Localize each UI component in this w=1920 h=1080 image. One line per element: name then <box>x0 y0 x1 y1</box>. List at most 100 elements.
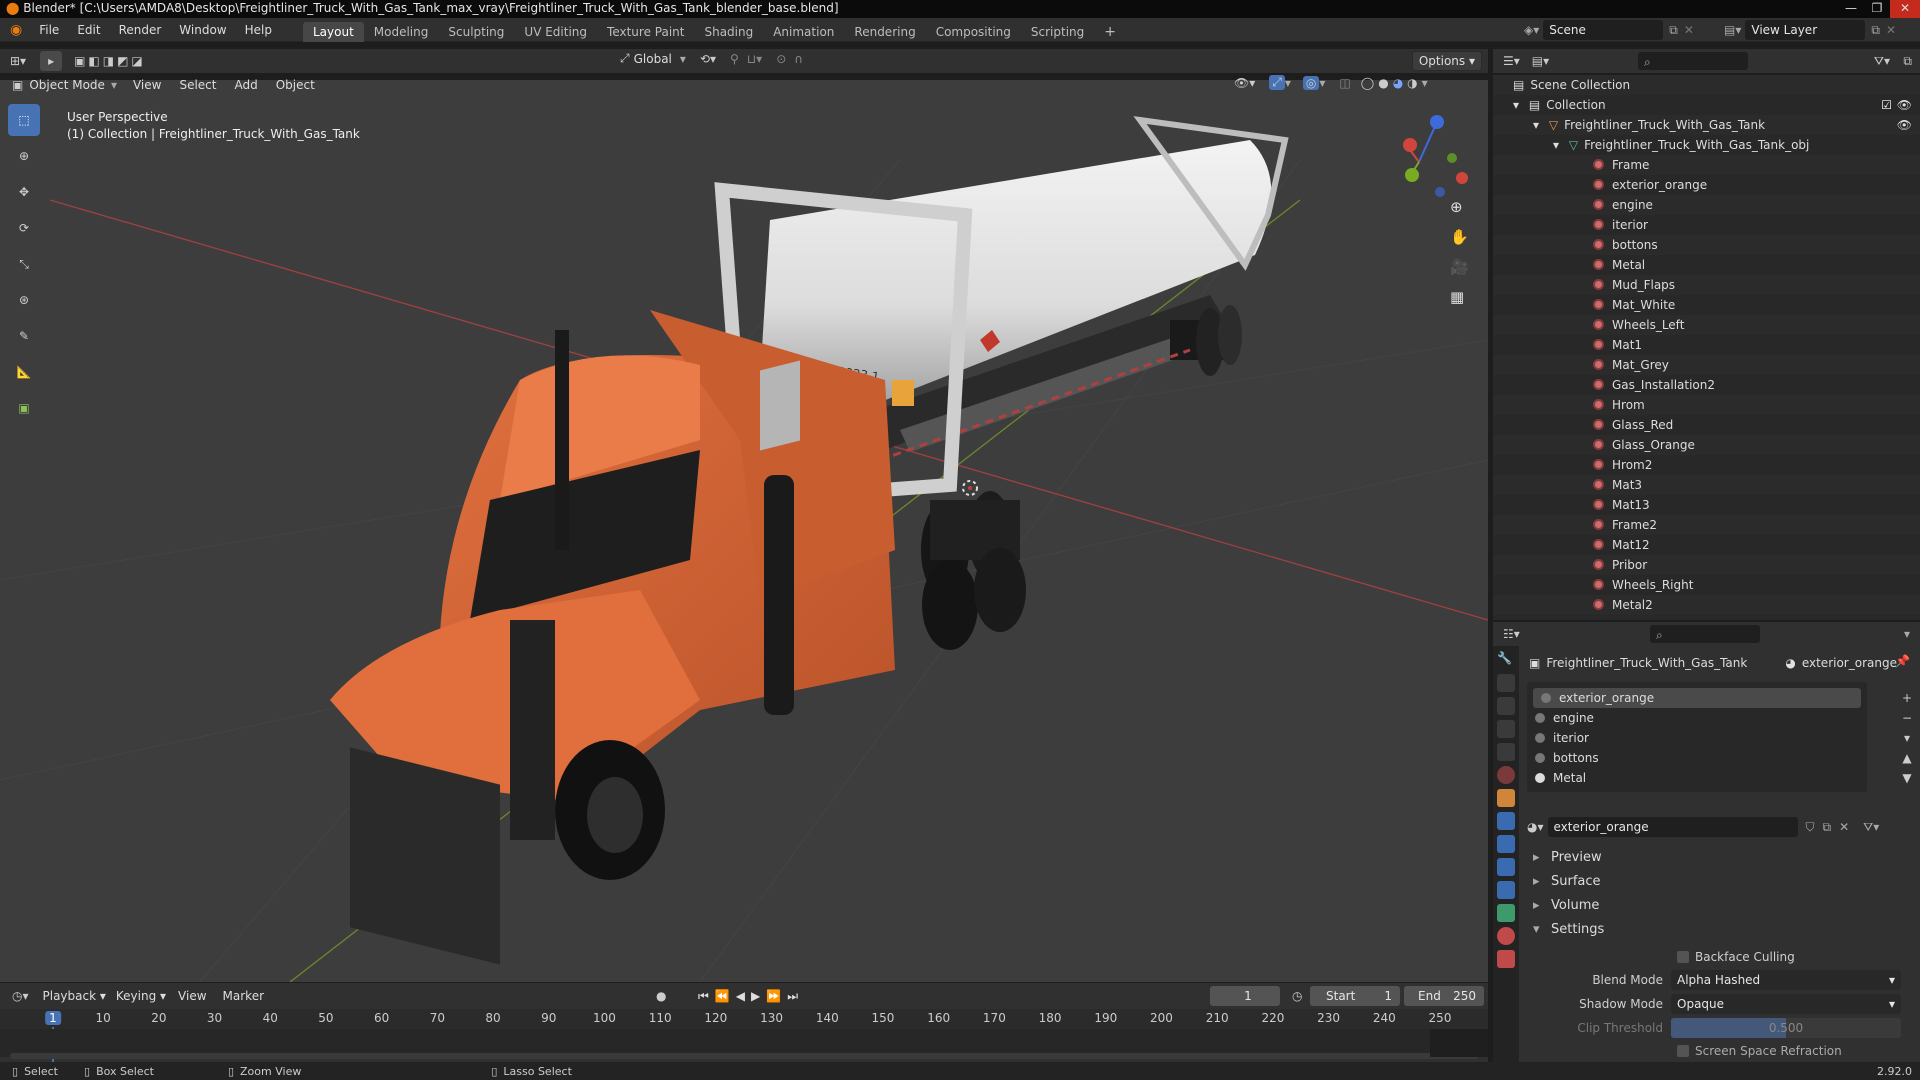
solid-shading-icon[interactable]: ● <box>1378 76 1388 90</box>
material-shading-icon[interactable]: ◕ <box>1393 76 1403 90</box>
scene-tab-icon[interactable] <box>1497 743 1515 761</box>
menu-edit[interactable]: Edit <box>68 18 109 42</box>
options-dropdown[interactable]: Options ▾ <box>1411 51 1482 71</box>
timeline-scrollbar[interactable] <box>10 1053 1478 1059</box>
outliner-material-row[interactable]: Mat12 <box>1493 535 1920 555</box>
tab-shading[interactable]: Shading <box>694 22 763 42</box>
view-layer-tab-icon[interactable] <box>1497 720 1515 738</box>
mode-dropdown[interactable]: ▣ Object Mode ▾ <box>12 78 117 92</box>
visibility-icon[interactable]: 👁▾ <box>1234 76 1255 90</box>
material-slot[interactable]: engine <box>1527 708 1867 728</box>
material-name-field[interactable]: exterior_orange <box>1547 817 1798 837</box>
scene-selector[interactable]: ◈▾ Scene ⧉ ✕ <box>1524 20 1694 40</box>
play-reverse-icon[interactable]: ◀ <box>736 989 751 1003</box>
tab-rendering[interactable]: Rendering <box>844 22 925 42</box>
checkbox-icon[interactable] <box>1677 1045 1689 1057</box>
tab-compositing[interactable]: Compositing <box>926 22 1021 42</box>
shadow-mode-dropdown[interactable]: Opaque ▾ <box>1671 994 1901 1014</box>
outliner-material-row[interactable]: Glass_Red <box>1493 415 1920 435</box>
viewport-menu-view[interactable]: View <box>133 78 161 92</box>
mesh-row[interactable]: ▾ ▽ Freightliner_Truck_With_Gas_Tank_obj <box>1493 135 1920 155</box>
viewport-menu-object[interactable]: Object <box>276 78 315 92</box>
outliner-material-row[interactable]: Metal2 <box>1493 595 1920 615</box>
material-slot[interactable]: iterior <box>1527 728 1867 748</box>
material-slot[interactable]: bottons <box>1527 748 1867 768</box>
rendered-shading-icon[interactable]: ◑ <box>1407 76 1417 90</box>
outliner-material-row[interactable]: Wheels_Left <box>1493 315 1920 335</box>
properties-editor-icon[interactable]: ☷▾ <box>1503 627 1520 641</box>
unlink-material-icon[interactable]: ✕ <box>1839 820 1849 834</box>
menu-file[interactable]: File <box>30 18 68 42</box>
transform-tool[interactable]: ⊛ <box>8 284 40 316</box>
checkbox-icon[interactable] <box>1677 951 1689 963</box>
blender-menu-icon[interactable]: ◉ <box>0 22 30 38</box>
particles-tab-icon[interactable] <box>1497 835 1515 853</box>
outliner-material-row[interactable]: Mat3 <box>1493 475 1920 495</box>
clock-icon[interactable]: ◷ <box>1292 989 1302 1003</box>
panel-settings[interactable]: ▾ Settings <box>1527 918 1917 942</box>
wireframe-shading-icon[interactable]: ◯ <box>1361 76 1374 90</box>
close-window-button[interactable]: ✕ <box>1890 0 1920 18</box>
render-tab-icon[interactable] <box>1497 674 1515 692</box>
outliner-material-row[interactable]: Glass_Orange <box>1493 435 1920 455</box>
ssr-row[interactable]: Screen Space Refraction <box>1527 1040 1917 1062</box>
outliner-material-row[interactable]: Mat1 <box>1493 335 1920 355</box>
annotate-tool[interactable]: ✎ <box>8 320 40 352</box>
properties-search-input[interactable]: ⌕ <box>1650 625 1760 643</box>
panel-volume[interactable]: ▸ Volume <box>1527 894 1917 918</box>
delete-scene-icon[interactable]: ✕ <box>1684 23 1694 37</box>
new-view-layer-icon[interactable]: ⧉ <box>1871 23 1880 38</box>
timeline-menu-playback[interactable]: Playback ▾ <box>43 989 106 1003</box>
outliner-material-row[interactable]: Gas_Installation2 <box>1493 375 1920 395</box>
viewport-menu-select[interactable]: Select <box>179 78 216 92</box>
xray-icon[interactable]: ◫ <box>1339 76 1350 90</box>
panel-preview[interactable]: ▸ Preview <box>1527 846 1917 870</box>
tab-uv-editing[interactable]: UV Editing <box>514 22 597 42</box>
outliner-material-row[interactable]: Metal <box>1493 255 1920 275</box>
cursor-tool[interactable]: ⊕ <box>8 140 40 172</box>
filter-icon[interactable]: ⛛▾ <box>1874 54 1890 69</box>
tab-layout[interactable]: Layout <box>302 21 364 42</box>
outliner-material-row[interactable]: Wheels_Right <box>1493 575 1920 595</box>
new-scene-icon[interactable]: ⧉ <box>1669 23 1678 38</box>
outliner-material-row[interactable]: Mat_White <box>1493 295 1920 315</box>
texture-tab-icon[interactable] <box>1497 950 1515 968</box>
tab-sculpting[interactable]: Sculpting <box>438 22 514 42</box>
pivot-icon[interactable]: ⟲▾ <box>700 52 716 66</box>
move-slot-up-button[interactable]: ▲ <box>1902 748 1912 768</box>
blend-mode-dropdown[interactable]: Alpha Hashed ▾ <box>1671 970 1901 990</box>
editor-type-icon[interactable]: ⊞▾ <box>10 54 26 68</box>
select-mode-icons[interactable]: ▣◧◨◩◪ <box>74 54 146 68</box>
slot-menu-button[interactable]: ▾ <box>1902 728 1912 748</box>
outliner-editor-icon[interactable]: ☰▾ <box>1503 54 1520 68</box>
timeline-menu-marker[interactable]: Marker <box>223 989 264 1003</box>
camera-view-icon[interactable]: 🎥 <box>1450 252 1469 282</box>
panel-surface[interactable]: ▸ Surface <box>1527 870 1917 894</box>
outliner-material-row[interactable]: bottons <box>1493 235 1920 255</box>
view-layer-field[interactable]: View Layer <box>1745 20 1866 40</box>
outliner-material-row[interactable]: Hrom <box>1493 395 1920 415</box>
pan-hand-icon[interactable]: ✋ <box>1450 222 1469 252</box>
outliner-material-row[interactable]: Hrom2 <box>1493 455 1920 475</box>
material-slot[interactable]: exterior_orange <box>1533 688 1861 708</box>
constraints-tab-icon[interactable] <box>1497 881 1515 899</box>
fake-user-icon[interactable]: ⛉ <box>1806 820 1815 835</box>
timeline[interactable]: ◷▾ Playback ▾ Keying ▾ View Marker ● ⏮⏪◀… <box>0 983 1488 1064</box>
world-tab-icon[interactable] <box>1497 766 1515 784</box>
menu-window[interactable]: Window <box>170 18 235 42</box>
next-key-icon[interactable]: ⏩ <box>766 989 787 1003</box>
zoom-icon[interactable]: ⊕ <box>1450 192 1469 222</box>
physics-tab-icon[interactable] <box>1497 858 1515 876</box>
falloff-icon[interactable]: ∩ <box>794 52 803 66</box>
outliner-search-input[interactable]: ⌕ <box>1638 52 1748 70</box>
proportional-edit-icon[interactable]: ⊙ <box>776 52 786 66</box>
modifier-tab-icon[interactable] <box>1497 812 1515 830</box>
outliner-material-row[interactable]: Frame <box>1493 155 1920 175</box>
end-frame-field[interactable]: End 250 <box>1404 986 1484 1006</box>
node-link-icon[interactable]: ⛛▾ <box>1863 820 1879 835</box>
pin-icon[interactable]: 📌 <box>1895 654 1910 668</box>
jump-start-icon[interactable]: ⏮ <box>698 989 715 1003</box>
jump-end-icon[interactable]: ⏭ <box>787 989 804 1003</box>
select-tool-icon[interactable]: ▸ <box>40 51 63 71</box>
timeline-editor-icon[interactable]: ◷▾ <box>12 989 29 1003</box>
